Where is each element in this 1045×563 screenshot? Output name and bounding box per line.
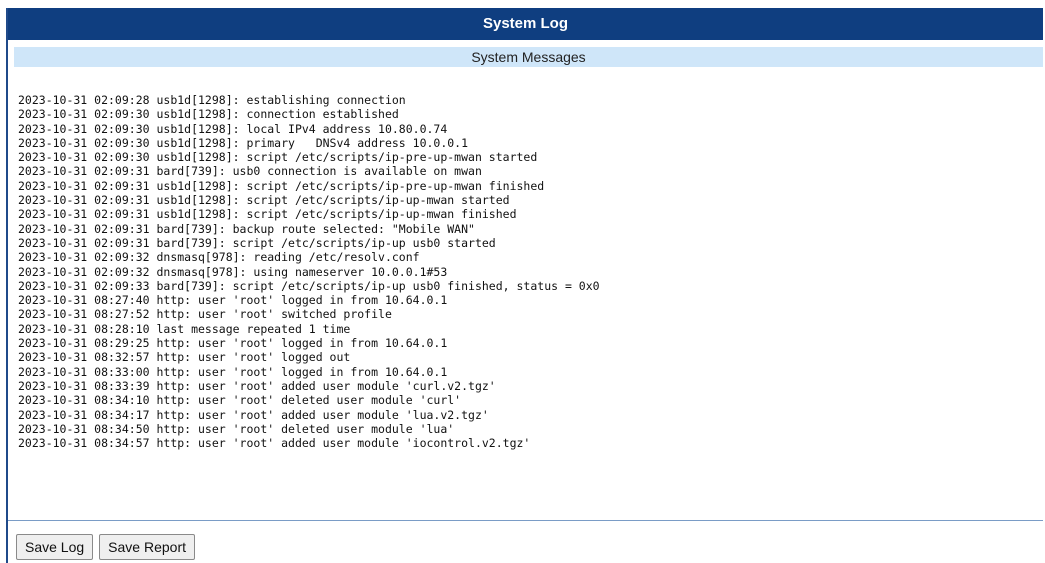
log-content: 2023-10-31 02:09:28 usb1d[1298]: establi… <box>8 81 1043 450</box>
log-line: 2023-10-31 02:09:33 bard[739]: script /e… <box>18 278 600 293</box>
log-line: 2023-10-31 02:09:30 usb1d[1298]: connect… <box>18 107 399 122</box>
action-buttons: Save Log Save Report <box>16 534 195 560</box>
log-line: 2023-10-31 02:09:31 usb1d[1298]: script … <box>18 178 545 193</box>
log-line: 2023-10-31 02:09:28 usb1d[1298]: establi… <box>18 93 406 107</box>
log-line: 2023-10-31 02:09:31 bard[739]: script /e… <box>18 235 496 250</box>
log-line: 2023-10-31 02:09:31 usb1d[1298]: script … <box>18 193 510 208</box>
log-line: 2023-10-31 08:28:10 last message repeate… <box>18 321 351 336</box>
log-line: 2023-10-31 08:34:10 http: user 'root' de… <box>18 393 462 408</box>
log-line: 2023-10-31 08:34:17 http: user 'root' ad… <box>18 407 489 422</box>
log-line: 2023-10-31 02:09:31 bard[739]: backup ro… <box>18 221 475 236</box>
system-log-panel: System Log System Messages 2023-10-31 02… <box>6 8 1043 563</box>
log-line: 2023-10-31 02:09:32 dnsmasq[978]: using … <box>18 264 448 279</box>
log-line: 2023-10-31 02:09:31 usb1d[1298]: script … <box>18 207 517 222</box>
log-line: 2023-10-31 02:09:31 bard[739]: usb0 conn… <box>18 164 482 179</box>
log-line: 2023-10-31 08:34:50 http: user 'root' de… <box>18 421 455 436</box>
log-line: 2023-10-31 08:33:00 http: user 'root' lo… <box>18 364 448 379</box>
save-report-button[interactable]: Save Report <box>99 534 195 560</box>
section-title: System Messages <box>14 47 1043 67</box>
log-line: 2023-10-31 08:33:39 http: user 'root' ad… <box>18 378 496 393</box>
log-line: 2023-10-31 02:09:30 usb1d[1298]: script … <box>18 150 538 165</box>
log-line: 2023-10-31 02:09:30 usb1d[1298]: local I… <box>18 121 448 136</box>
page-title: System Log <box>8 8 1043 40</box>
log-line: 2023-10-31 08:27:40 http: user 'root' lo… <box>18 293 448 308</box>
save-log-button[interactable]: Save Log <box>16 534 94 560</box>
log-area[interactable]: 2023-10-31 02:09:28 usb1d[1298]: establi… <box>8 81 1043 521</box>
log-line: 2023-10-31 08:32:57 http: user 'root' lo… <box>18 350 351 365</box>
log-line: 2023-10-31 08:34:57 http: user 'root' ad… <box>18 436 531 451</box>
log-line: 2023-10-31 08:27:52 http: user 'root' sw… <box>18 307 392 322</box>
log-line: 2023-10-31 02:09:30 usb1d[1298]: primary… <box>18 135 469 150</box>
log-line: 2023-10-31 02:09:32 dnsmasq[978]: readin… <box>18 250 420 265</box>
log-line: 2023-10-31 08:29:25 http: user 'root' lo… <box>18 336 448 351</box>
